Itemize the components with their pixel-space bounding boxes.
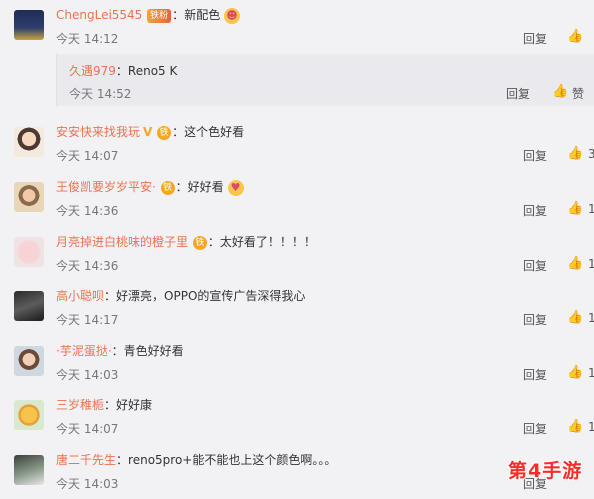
timestamp: 今天 14:07 <box>56 149 119 163</box>
comment-line: 唐二千先生：reno5pro+能不能也上这个颜色啊。。。 <box>56 451 336 469</box>
avatar[interactable] <box>14 10 44 40</box>
comment-item: 高小聪呗：好漂亮，OPPO的宣传广告深得我心 今天 14:17 回复 👍 1 <box>0 281 594 335</box>
colon: ： <box>115 64 128 78</box>
timestamp: 今天 14:52 <box>69 87 132 101</box>
thumbs-up-icon[interactable]: 👍 <box>567 146 583 161</box>
timestamp: 今天 14:12 <box>56 32 119 46</box>
like-count: 1 <box>588 257 594 271</box>
reply-button[interactable]: 回复 <box>523 257 547 274</box>
sub-reply: 久遇979：Reno5 K 今天 14:52 回复 👍 赞 <box>56 54 594 106</box>
comment-item: 三岁稚栀：好好康 今天 14:07 回复 👍 1 <box>0 390 594 444</box>
comment-line: 王俊凯要岁岁平安· 铁：好好看 ♥ <box>56 178 244 196</box>
colon: ： <box>172 8 185 22</box>
username[interactable]: 王俊凯要岁岁平安· <box>56 180 156 194</box>
watermark-logo: 第4手游 <box>508 460 583 482</box>
colon: ： <box>111 344 124 358</box>
fan-badge: 铁 <box>160 180 175 195</box>
like-count: 1 <box>588 420 594 434</box>
comment-item: 安安快来找我玩 V 铁：这个色好看 今天 14:07 回复 👍 3 <box>0 117 594 171</box>
sub-reply-line: 久遇979：Reno5 K <box>69 62 177 79</box>
reply-button[interactable]: 回复 <box>506 85 530 102</box>
comment-line: 月亮掉进白桃味的橙子里 铁：太好看了！！！！ <box>56 233 316 251</box>
avatar[interactable] <box>14 400 44 430</box>
colon: ： <box>175 180 188 194</box>
fan-badge: 铁 <box>192 235 207 250</box>
colon: ： <box>116 453 129 467</box>
thumbs-up-icon[interactable]: 👍 <box>567 29 583 44</box>
colon: ： <box>104 289 117 303</box>
username[interactable]: 月亮掉进白桃味的橙子里 <box>56 235 188 249</box>
comment-text: 好好康 <box>116 398 153 412</box>
username[interactable]: ChengLei5545 <box>56 8 142 22</box>
thumbs-up-icon[interactable]: 👍 <box>567 201 583 216</box>
smiley-emoji-icon: ☻ <box>224 7 241 24</box>
comment-line: 安安快来找我玩 V 铁：这个色好看 <box>56 123 244 141</box>
username[interactable]: 高小聪呗 <box>56 289 104 303</box>
comment-item: 王俊凯要岁岁平安· 铁：好好看 ♥ 今天 14:36 回复 👍 1 <box>0 172 594 226</box>
reply-button[interactable]: 回复 <box>523 366 547 383</box>
colon: ： <box>207 235 220 249</box>
comment-text: 青色好好看 <box>123 344 184 358</box>
comment-line: ·芋泥蛋挞·：青色好好看 <box>56 342 184 360</box>
avatar[interactable] <box>14 237 44 267</box>
timestamp: 今天 14:07 <box>56 422 119 436</box>
timestamp: 今天 14:03 <box>56 368 119 382</box>
thumbs-up-icon[interactable]: 👍 <box>552 84 568 99</box>
comment-text: 太好看了！！！！ <box>219 235 316 249</box>
reply-button[interactable]: 回复 <box>523 147 547 164</box>
heart-eyes-emoji-icon: ♥ <box>227 179 244 196</box>
username[interactable]: ·芋泥蛋挞· <box>56 344 112 358</box>
comment-line: 高小聪呗：好漂亮，OPPO的宣传广告深得我心 <box>56 287 305 305</box>
username[interactable]: 三岁稚栀 <box>56 398 104 412</box>
like-count: 3 <box>588 147 594 161</box>
like-count: 1 <box>588 311 594 325</box>
fan-badge: 铁粉 <box>147 8 172 23</box>
reply-button[interactable]: 回复 <box>523 311 547 328</box>
comment-text: 好漂亮，OPPO的宣传广告深得我心 <box>116 289 306 303</box>
verified-v-icon: V <box>143 125 153 139</box>
timestamp: 今天 14:17 <box>56 313 119 327</box>
reply-button[interactable]: 回复 <box>523 202 547 219</box>
timestamp: 今天 14:36 <box>56 204 119 218</box>
reply-button[interactable]: 回复 <box>523 30 547 47</box>
sub-reply-text: Reno5 K <box>127 64 178 78</box>
comment-item: ·芋泥蛋挞·：青色好好看 今天 14:03 回复 👍 1 <box>0 336 594 390</box>
comment-item: 月亮掉进白桃味的橙子里 铁：太好看了！！！！ 今天 14:36 回复 👍 1 <box>0 227 594 281</box>
username[interactable]: 安安快来找我玩 <box>56 125 140 139</box>
comment-text: 好好看 <box>187 180 224 194</box>
thumbs-up-icon[interactable]: 👍 <box>567 365 583 380</box>
thumbs-up-icon[interactable]: 👍 <box>567 256 583 271</box>
like-count: 1 <box>588 366 594 380</box>
avatar[interactable] <box>14 455 44 485</box>
like-label[interactable]: 赞 <box>572 85 584 102</box>
colon: ： <box>104 398 117 412</box>
avatar[interactable] <box>14 127 44 157</box>
timestamp: 今天 14:36 <box>56 259 119 273</box>
comment-line: 三岁稚栀：好好康 <box>56 396 152 414</box>
like-count: 1 <box>588 202 594 216</box>
comment-line: ChengLei5545 铁粉 ：新配色 ☻ <box>56 6 241 24</box>
reply-button[interactable]: 回复 <box>523 420 547 437</box>
comment-item: 唐二千先生：reno5pro+能不能也上这个颜色啊。。。 今天 14:03 回复 <box>0 445 594 499</box>
avatar[interactable] <box>14 291 44 321</box>
avatar[interactable] <box>14 182 44 212</box>
comment-text: 新配色 <box>184 8 221 22</box>
avatar[interactable] <box>14 346 44 376</box>
thumbs-up-icon[interactable]: 👍 <box>567 310 583 325</box>
comment-text: reno5pro+能不能也上这个颜色啊。。。 <box>128 453 337 467</box>
comment-text: 这个色好看 <box>184 125 245 139</box>
thumbs-up-icon[interactable]: 👍 <box>567 419 583 434</box>
comment-item: ChengLei5545 铁粉 ：新配色 ☻ 今天 14:12 回复 👍 <box>0 0 594 54</box>
fan-badge: 铁 <box>157 125 172 140</box>
username[interactable]: 唐二千先生 <box>56 453 116 467</box>
colon: ： <box>172 125 185 139</box>
sub-username[interactable]: 久遇979 <box>69 64 116 78</box>
